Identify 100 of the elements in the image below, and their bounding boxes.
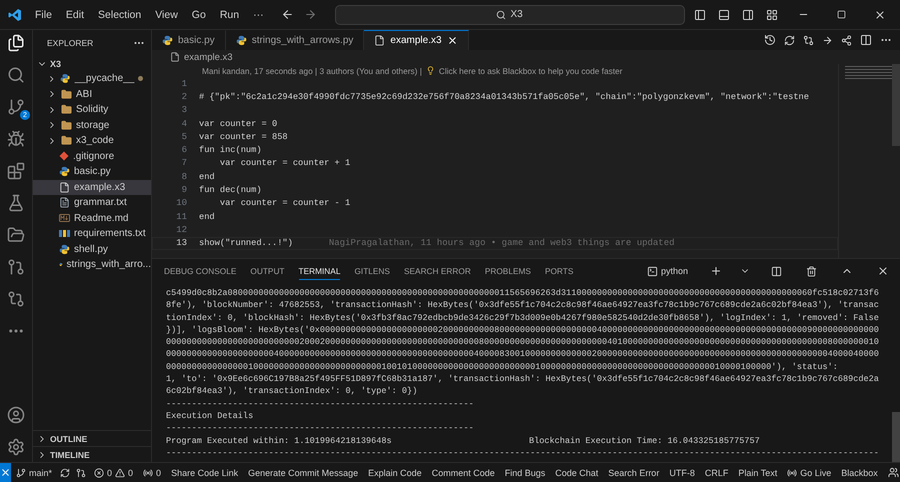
tree-item[interactable]: Solidity	[33, 102, 151, 118]
panel-bottom-icon[interactable]	[718, 8, 730, 20]
scrollbar-thumb[interactable]	[892, 412, 900, 462]
status-item[interactable]: CRLF	[700, 468, 734, 478]
panel-left-icon[interactable]	[694, 8, 706, 20]
source-control-icon[interactable]	[7, 98, 25, 116]
account-icon[interactable]	[7, 406, 25, 424]
problems-item[interactable]: 0 0	[89, 468, 138, 478]
pull-request-icon[interactable]	[7, 258, 25, 276]
python-icon	[162, 35, 173, 46]
sync-icon[interactable]	[60, 468, 70, 478]
status-action[interactable]: Code Chat	[550, 468, 604, 478]
codelens-link[interactable]: Click here to ask Blackbox to help you code faster	[438, 66, 622, 76]
status-item[interactable]: Plain Text	[733, 468, 782, 478]
git-icon	[59, 151, 69, 162]
compare-icon[interactable]	[7, 290, 25, 308]
split-editor-icon[interactable]	[860, 34, 872, 46]
editor-tab[interactable]: strings_with_arrows.py	[226, 30, 364, 50]
search-icon[interactable]	[7, 66, 25, 84]
section-header[interactable]: OUTLINE	[33, 430, 151, 446]
line-number: 5	[180, 132, 187, 142]
extensions-icon[interactable]	[7, 162, 25, 180]
forward-arrow-icon[interactable]	[304, 8, 317, 21]
terminal-line: 8fe'), 'blockNumber': 47682553, 'transactionHash': HexBytes('0x3dfe55f1c704c2c8c98f46ae64927ea3fc78c1b9c767c689cde2a6c02bf84ea3'), 'transac	[166, 299, 880, 312]
breadcrumb[interactable]: example.x3	[152, 50, 900, 64]
terminal-selector[interactable]: python	[646, 266, 688, 276]
tree-item[interactable]: strings_with_arro...	[33, 257, 151, 272]
split-terminal-icon[interactable]	[771, 266, 782, 276]
branch-item[interactable]: main*	[11, 468, 58, 478]
panel-tab[interactable]: TERMINAL	[298, 262, 340, 280]
flask-icon[interactable]	[7, 194, 25, 212]
status-action[interactable]: Generate Commit Message	[243, 468, 364, 478]
close-icon[interactable]	[874, 8, 886, 20]
trash-icon[interactable]	[806, 266, 817, 276]
tree-item[interactable]: __pycache__	[33, 71, 151, 86]
search-field[interactable]: X3	[334, 4, 685, 24]
tree-item[interactable]: Readme.md	[33, 210, 151, 226]
status-action[interactable]: Find Bugs	[500, 468, 550, 478]
status-action[interactable]: Search Error	[603, 468, 664, 478]
compare-icon[interactable]	[803, 34, 814, 46]
panel-tab[interactable]: SEARCH ERROR	[404, 262, 471, 280]
back-arrow-icon[interactable]	[280, 8, 294, 21]
status-action[interactable]: Explain Code	[363, 468, 427, 478]
menu-item[interactable]: Run	[212, 8, 246, 20]
explorer-icon[interactable]	[7, 34, 25, 52]
pull-request-icon[interactable]	[76, 468, 86, 478]
next-change-icon[interactable]	[822, 34, 833, 46]
tree-item[interactable]: storage	[33, 118, 151, 133]
terminal-line: })], 'logsBloom': HexBytes('0x0000000000000000000000020000000000800000000000000000004000000000000000000000000000000000000000090000000000000	[166, 324, 880, 336]
go-live-item[interactable]: Go Live	[782, 468, 836, 478]
menu-item[interactable]: Edit	[58, 8, 92, 20]
panel-tab[interactable]: OUTPUT	[250, 262, 284, 280]
status-action[interactable]: Comment Code	[426, 468, 500, 478]
status-action[interactable]: Share Code Link	[166, 468, 244, 478]
add-icon[interactable]	[710, 265, 722, 277]
sidebar-title: EXPLORER	[47, 38, 94, 48]
line-number: 1	[180, 78, 187, 89]
menu-item[interactable]: ···	[246, 8, 271, 20]
status-item[interactable]: Blackbox	[836, 468, 883, 478]
menu-item[interactable]: Selection	[91, 8, 148, 20]
folder-icon	[61, 135, 72, 146]
panel-tab[interactable]: PORTS	[544, 262, 574, 280]
menu-item[interactable]: Go	[184, 8, 213, 20]
menu-item[interactable]: File	[28, 8, 59, 20]
panel-tab[interactable]: GITLENS	[354, 262, 390, 280]
editor-tab[interactable]: example.x3	[364, 30, 469, 50]
menu-item[interactable]: View	[148, 8, 185, 20]
tree-item[interactable]: ABI	[33, 86, 151, 102]
status-item[interactable]: UTF-8	[664, 468, 700, 478]
history-icon[interactable]	[764, 34, 776, 46]
file-icon	[170, 52, 180, 62]
remote-button[interactable]	[0, 463, 11, 482]
panel-tab[interactable]: DEBUG CONSOLE	[164, 262, 236, 280]
tree-root[interactable]: X3	[33, 56, 151, 71]
tree-item[interactable]: .gitignore	[33, 148, 151, 164]
share-icon[interactable]	[841, 34, 852, 46]
terminal-line: Execution Details	[166, 410, 254, 422]
tree-item[interactable]: requirements.txt	[33, 226, 151, 242]
ports-item[interactable]: 0	[138, 468, 166, 478]
layout-icon[interactable]	[766, 8, 778, 20]
folder-icon[interactable]	[7, 226, 25, 244]
maximize-icon[interactable]	[837, 10, 846, 19]
code-line: end	[198, 172, 215, 182]
tree-item[interactable]: example.x3	[33, 180, 151, 195]
terminal-line: ------------------------------------------------------------	[166, 422, 475, 435]
tree-item[interactable]: basic.py	[33, 164, 151, 180]
scrollbar-thumb[interactable]	[892, 64, 900, 146]
people-icon[interactable]	[888, 467, 899, 478]
panel-right-icon[interactable]	[742, 8, 754, 20]
tree-item[interactable]: shell.py	[33, 242, 151, 257]
panel-tab[interactable]: PROBLEMS	[484, 262, 531, 280]
settings-icon[interactable]	[7, 438, 25, 456]
close-icon[interactable]	[446, 35, 458, 46]
broadcast-icon	[143, 468, 154, 478]
tree-item[interactable]: x3_code	[33, 133, 151, 148]
line-number: 13	[175, 238, 187, 248]
revert-icon[interactable]	[784, 34, 795, 46]
run-debug-icon[interactable]	[7, 130, 25, 148]
tree-item[interactable]: grammar.txt	[33, 195, 151, 210]
close-icon[interactable]	[877, 265, 889, 277]
